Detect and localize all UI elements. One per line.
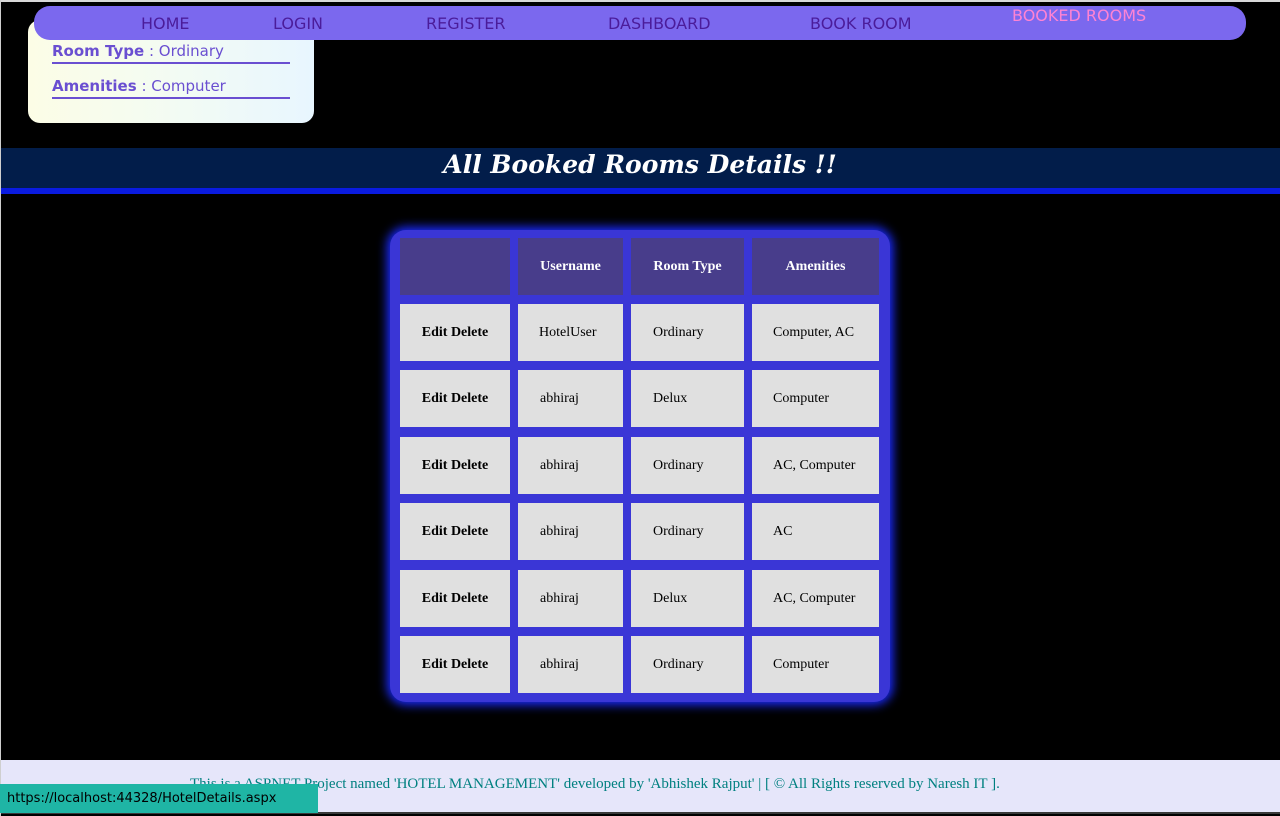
header-amenities: Amenities [752,238,879,295]
room-type-cell: Ordinary [631,437,744,494]
room-type-label: Room Type [52,42,145,60]
edit-link[interactable]: Edit [422,591,448,607]
nav-dashboard-link[interactable]: DASHBOARD [608,14,711,33]
booked-rooms-table: Username Room Type Amenities Edit Delete… [390,230,890,702]
amenities-cell: Computer [752,370,879,427]
nav-register-link[interactable]: REGISTER [426,14,506,33]
username-cell: HotelUser [518,304,623,361]
edit-link[interactable]: Edit [422,458,448,474]
nav-login-link[interactable]: LOGIN [273,14,323,33]
username-cell: abhiraj [518,503,623,560]
row-actions-cell: Edit Delete [400,370,510,427]
room-type-cell: Ordinary [631,304,744,361]
row-actions-cell: Edit Delete [400,304,510,361]
banner-underline [1,188,1280,194]
row-actions-cell: Edit Delete [400,636,510,693]
header-username: Username [518,238,623,295]
row-actions-cell: Edit Delete [400,570,510,627]
amenities-cell: AC, Computer [752,570,879,627]
delete-link[interactable]: Delete [451,458,488,474]
amenities-value: Computer [151,77,226,95]
room-type-separator: : [148,42,159,60]
room-type-cell: Delux [631,370,744,427]
edit-link[interactable]: Edit [422,325,448,341]
username-cell: abhiraj [518,437,623,494]
nav-book-room-link[interactable]: BOOK ROOM [810,14,912,33]
room-type-cell: Ordinary [631,636,744,693]
window-left-border [0,0,1,816]
edit-link[interactable]: Edit [422,657,448,673]
room-type-cell: Ordinary [631,503,744,560]
amenities-cell: AC, Computer [752,437,879,494]
room-type-value: Ordinary [158,42,224,60]
delete-link[interactable]: Delete [451,391,488,407]
delete-link[interactable]: Delete [451,591,488,607]
amenities-label: Amenities [52,77,137,95]
username-cell: abhiraj [518,370,623,427]
page: HOME LOGIN REGISTER DASHBOARD BOOK ROOM … [0,0,1280,816]
header-actions [400,238,510,295]
edit-link[interactable]: Edit [422,391,448,407]
amenities-row: Amenities : Computer [52,77,290,99]
amenities-separator: : [141,77,152,95]
room-type-row: Room Type : Ordinary [52,42,290,64]
window-top-border [0,0,1280,2]
browser-status-bar: https://localhost:44328/HotelDetails.asp… [0,784,318,813]
top-navbar: HOME LOGIN REGISTER DASHBOARD BOOK ROOM … [34,6,1246,40]
delete-link[interactable]: Delete [451,325,488,341]
delete-link[interactable]: Delete [451,657,488,673]
nav-home-link[interactable]: HOME [141,14,190,33]
header-room-type: Room Type [631,238,744,295]
room-type-cell: Delux [631,570,744,627]
delete-link[interactable]: Delete [451,524,488,540]
nav-booked-rooms-link[interactable]: BOOKED ROOMS [1012,6,1146,25]
amenities-cell: Computer, AC [752,304,879,361]
row-actions-cell: Edit Delete [400,437,510,494]
page-title: All Booked Rooms Details !! [443,150,837,179]
username-cell: abhiraj [518,636,623,693]
amenities-cell: Computer [752,636,879,693]
row-actions-cell: Edit Delete [400,503,510,560]
username-cell: abhiraj [518,570,623,627]
amenities-cell: AC [752,503,879,560]
edit-link[interactable]: Edit [422,524,448,540]
